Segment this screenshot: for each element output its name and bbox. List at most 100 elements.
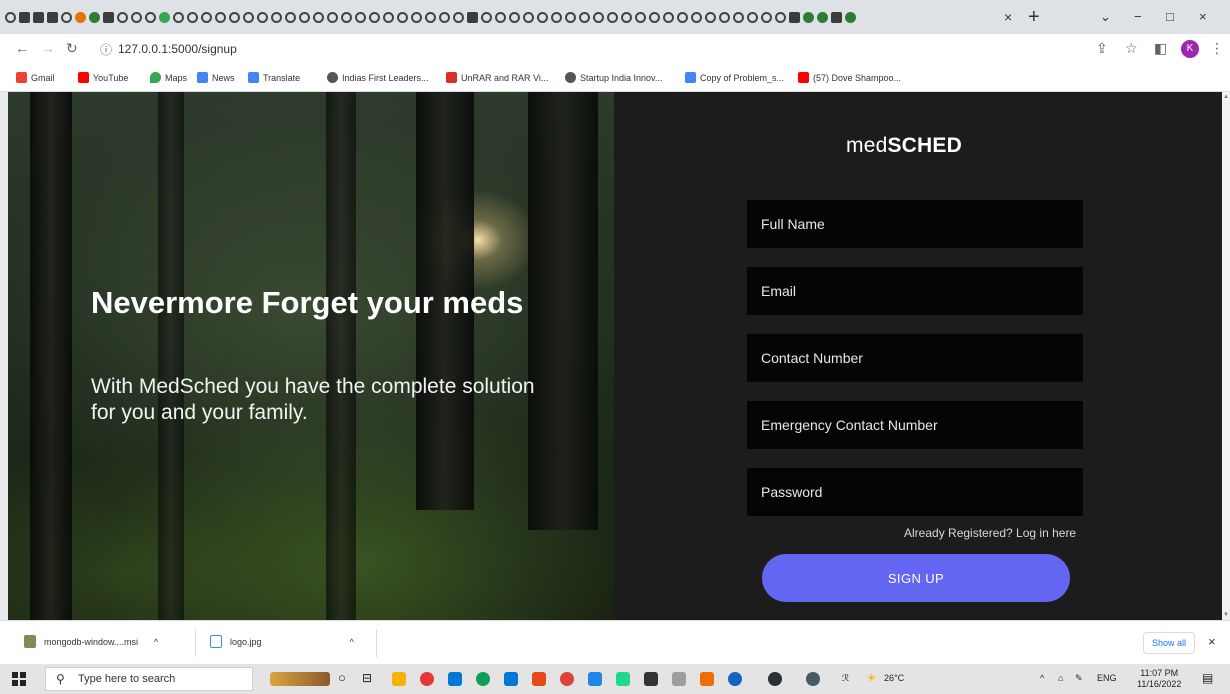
temperature-text[interactable]: 26°C — [884, 673, 904, 683]
back-arrow-icon[interactable]: ← — [15, 40, 29, 56]
tab-favicon[interactable] — [89, 12, 100, 23]
scroll-up-icon[interactable]: ▲ — [1222, 94, 1230, 100]
tab-favicon[interactable] — [481, 12, 492, 23]
tab-favicon[interactable] — [565, 12, 576, 23]
app-icon[interactable] — [806, 672, 820, 686]
bookmark-translate[interactable]: Translate — [248, 72, 300, 83]
email-field[interactable] — [747, 267, 1083, 315]
bookmark-news[interactable]: News — [197, 72, 235, 83]
profile-avatar[interactable]: K — [1181, 40, 1199, 58]
tab-favicon[interactable] — [439, 12, 450, 23]
file-explorer-icon[interactable] — [392, 672, 406, 686]
tab-favicon[interactable] — [509, 12, 520, 23]
windows-start-icon[interactable] — [12, 672, 26, 686]
tab-favicon[interactable] — [369, 12, 380, 23]
people-icon[interactable]: ℛ — [842, 673, 849, 684]
pycharm-icon[interactable] — [616, 672, 630, 686]
tab-favicon[interactable] — [257, 12, 268, 23]
tab-favicon[interactable] — [649, 12, 660, 23]
tab-favicon[interactable] — [789, 12, 800, 23]
tab-favicon[interactable] — [19, 12, 30, 23]
tab-favicon[interactable] — [495, 12, 506, 23]
tab-favicon[interactable] — [33, 12, 44, 23]
tab-favicon[interactable] — [607, 12, 618, 23]
close-shelf-icon[interactable]: × — [1208, 634, 1216, 649]
taskbar-search[interactable]: ⚲ Type here to search — [45, 667, 253, 691]
office-icon[interactable] — [532, 672, 546, 686]
weather-icon[interactable]: ☀ — [866, 671, 877, 685]
maximize-button[interactable]: □ — [1166, 9, 1174, 24]
tab-favicon[interactable] — [635, 12, 646, 23]
bookmark-gmail[interactable]: Gmail — [16, 72, 55, 83]
bookmark-youtube[interactable]: YouTube — [78, 72, 128, 83]
taskbar-widget-image[interactable] — [270, 672, 330, 686]
store-icon[interactable] — [504, 672, 518, 686]
task-view-icon[interactable]: ⊟ — [362, 671, 372, 685]
tab-favicon[interactable] — [705, 12, 716, 23]
tab-favicon[interactable] — [817, 12, 828, 23]
tab-favicon[interactable] — [719, 12, 730, 23]
tab-favicon[interactable] — [663, 12, 674, 23]
app-icon[interactable] — [728, 672, 742, 686]
scroll-down-icon[interactable]: ▼ — [1222, 612, 1230, 618]
browser-tabs[interactable] — [4, 9, 1002, 29]
chevron-up-icon[interactable]: ^ — [1040, 673, 1044, 683]
chrome-icon[interactable] — [560, 672, 574, 686]
site-info-icon[interactable]: ⓘ — [100, 41, 112, 58]
tab-search-icon[interactable]: ⌄ — [1100, 9, 1111, 25]
language-indicator[interactable]: ENG — [1097, 673, 1117, 683]
tab-favicon[interactable] — [117, 12, 128, 23]
menu-kebab-icon[interactable]: ⋮ — [1210, 40, 1224, 57]
bookmark-indias-first-leaders[interactable]: Indias First Leaders... — [327, 72, 429, 83]
chevron-up-icon[interactable]: ^ — [154, 637, 158, 647]
tab-favicon[interactable] — [761, 12, 772, 23]
password-field[interactable] — [747, 468, 1083, 516]
url-text[interactable]: 127.0.0.1:5000/signup — [118, 42, 237, 56]
notification-icon[interactable]: ▤ — [1202, 671, 1213, 685]
minimize-button[interactable]: − — [1134, 9, 1142, 24]
pen-icon[interactable]: ✎ — [1075, 673, 1083, 684]
network-icon[interactable]: ⌂ — [1058, 673, 1063, 683]
reload-icon[interactable]: ↻ — [66, 40, 78, 57]
tab-favicon[interactable] — [313, 12, 324, 23]
mail-icon[interactable] — [448, 672, 462, 686]
new-tab-button[interactable]: + — [1028, 6, 1040, 29]
tab-favicon[interactable] — [299, 12, 310, 23]
cortana-icon[interactable]: ○ — [338, 670, 346, 685]
search-app-icon[interactable] — [672, 672, 686, 686]
full-name-field[interactable] — [747, 200, 1083, 248]
tab-favicon[interactable] — [551, 12, 562, 23]
side-panel-icon[interactable]: ◧ — [1154, 40, 1167, 57]
tab-favicon[interactable] — [845, 12, 856, 23]
tab-favicon[interactable] — [621, 12, 632, 23]
chevron-up-icon[interactable]: ^ — [350, 637, 354, 647]
tab-favicon[interactable] — [425, 12, 436, 23]
tab-favicon[interactable] — [775, 12, 786, 23]
opera-icon[interactable] — [420, 672, 434, 686]
forward-arrow-icon[interactable]: → — [41, 40, 55, 56]
tab-favicon[interactable] — [593, 12, 604, 23]
share-icon[interactable]: ⇪ — [1096, 40, 1108, 57]
tab-favicon[interactable] — [75, 12, 86, 23]
tab-favicon[interactable] — [747, 12, 758, 23]
terminal-icon[interactable] — [644, 672, 658, 686]
tab-favicon[interactable] — [271, 12, 282, 23]
close-window-button[interactable]: × — [1199, 9, 1207, 24]
address-bar[interactable]: ⓘ 127.0.0.1:5000/signup — [94, 38, 1084, 60]
tab-favicon[interactable] — [243, 12, 254, 23]
bookmark-startup-india[interactable]: Startup India Innov... — [565, 72, 662, 83]
tab-favicon[interactable] — [691, 12, 702, 23]
tab-favicon[interactable] — [537, 12, 548, 23]
tab-favicon[interactable] — [383, 12, 394, 23]
tab-favicon[interactable] — [159, 12, 170, 23]
app-icon[interactable] — [700, 672, 714, 686]
system-clock[interactable]: 11:07 PM 11/16/2022 — [1137, 668, 1181, 690]
bookmark-maps[interactable]: Maps — [150, 72, 187, 83]
sign-up-button[interactable]: SIGN UP — [762, 554, 1070, 602]
python-icon[interactable] — [588, 672, 602, 686]
login-link[interactable]: Already Registered? Log in here — [904, 526, 1076, 540]
tab-favicon[interactable] — [453, 12, 464, 23]
tab-favicon[interactable] — [579, 12, 590, 23]
emergency-contact-field[interactable] — [747, 401, 1083, 449]
show-all-button[interactable]: Show all — [1143, 632, 1195, 654]
